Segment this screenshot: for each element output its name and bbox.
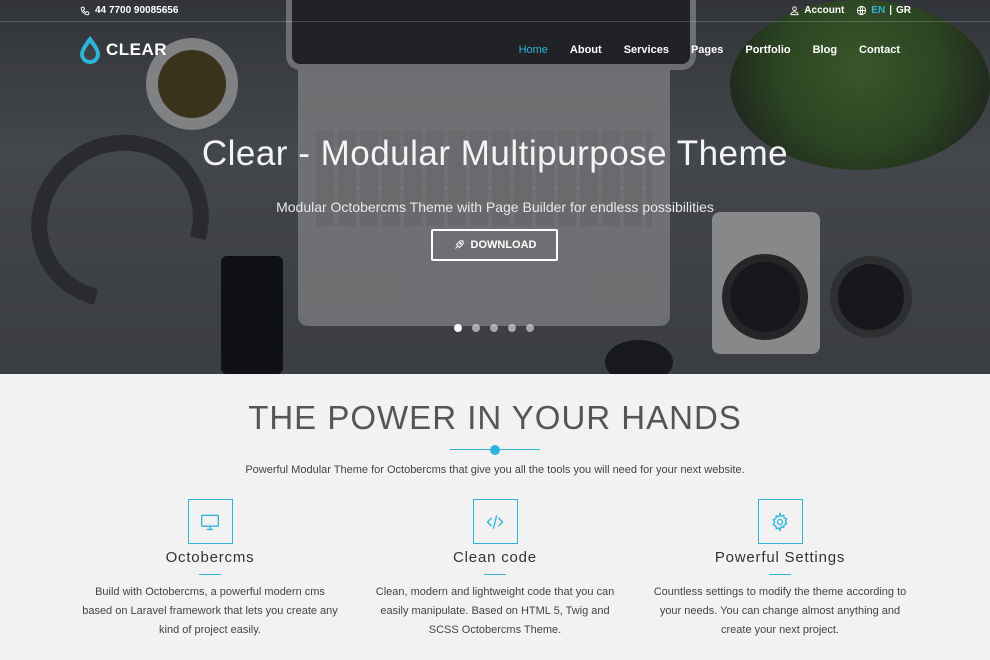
feature-icon-box xyxy=(472,499,518,544)
feature-underline xyxy=(484,574,506,575)
section-description: Powerful Modular Theme for Octobercms th… xyxy=(245,464,745,476)
hero-slider: 44 7700 90085656 Account EN | GR CLEAR H… xyxy=(0,0,990,374)
phone-icon xyxy=(80,6,90,15)
hero-subtitle: Modular Octobercms Theme with Page Build… xyxy=(276,199,714,215)
download-button[interactable]: DOWNLOAD xyxy=(431,229,558,261)
lang-gr[interactable]: GR xyxy=(896,5,911,16)
feature-text: Clean, modern and lightweight code that … xyxy=(375,586,615,636)
lang-separator: | xyxy=(889,5,892,16)
slider-dot-5[interactable] xyxy=(526,324,534,332)
site-logo[interactable]: CLEAR xyxy=(78,35,167,65)
slider-dot-3[interactable] xyxy=(490,324,498,332)
nav-item-contact[interactable]: Contact xyxy=(859,44,900,56)
feature-title: Powerful Settings xyxy=(714,549,846,566)
lang-en[interactable]: EN xyxy=(871,5,885,16)
drop-logo-icon xyxy=(80,36,100,64)
slider-dot-1[interactable] xyxy=(454,324,462,332)
globe-icon xyxy=(857,5,867,16)
phone-number-text: 44 7700 90085656 xyxy=(95,5,179,16)
section-divider-dot xyxy=(490,445,500,455)
download-label: DOWNLOAD xyxy=(470,239,537,251)
code-icon xyxy=(486,514,504,529)
feature-icon-box xyxy=(187,499,233,544)
feature-text: Countless settings to modify the theme a… xyxy=(653,586,907,636)
user-icon xyxy=(790,6,799,16)
feature-underline xyxy=(769,574,791,575)
nav-item-about[interactable]: About xyxy=(570,44,602,56)
logo-text: CLEAR xyxy=(106,40,168,59)
feature-clean-code: Clean code Clean, modern and lightweight… xyxy=(365,499,625,640)
phone-number[interactable]: 44 7700 90085656 xyxy=(80,5,178,16)
language-switcher: EN | GR xyxy=(856,5,911,16)
hero-title: Clear - Modular Multipurpose Theme xyxy=(201,134,789,173)
feature-text: Build with Octobercms, a powerful modern… xyxy=(82,586,338,636)
nav-item-portfolio[interactable]: Portfolio xyxy=(745,44,790,56)
nav-item-blog[interactable]: Blog xyxy=(813,44,837,56)
slider-dots xyxy=(454,324,534,332)
account-label: Account xyxy=(804,5,845,16)
section-title: THE POWER IN YOUR HANDS xyxy=(248,399,742,436)
slider-dot-2[interactable] xyxy=(472,324,480,332)
feature-underline xyxy=(199,574,221,575)
feature-title: Clean code xyxy=(453,549,537,566)
monitor-icon xyxy=(201,514,219,530)
nav-item-pages[interactable]: Pages xyxy=(691,44,723,56)
feature-powerful-settings: Powerful Settings Countless settings to … xyxy=(650,499,910,640)
nav-item-home[interactable]: Home xyxy=(519,44,548,56)
nav-item-services[interactable]: Services xyxy=(624,44,669,56)
main-nav: Home About Services Pages Portfolio Blog… xyxy=(519,44,900,56)
slider-dot-4[interactable] xyxy=(508,324,516,332)
account-link[interactable]: Account xyxy=(789,5,844,16)
rocket-icon xyxy=(454,240,464,249)
top-bar: 44 7700 90085656 Account EN | GR xyxy=(0,0,990,22)
gear-icon xyxy=(772,511,788,532)
feature-octobercms: Octobercms Build with Octobercms, a powe… xyxy=(80,499,340,640)
feature-title: Octobercms xyxy=(165,549,255,566)
feature-icon-box xyxy=(757,499,803,544)
top-bar-right: Account EN | GR xyxy=(789,5,911,16)
